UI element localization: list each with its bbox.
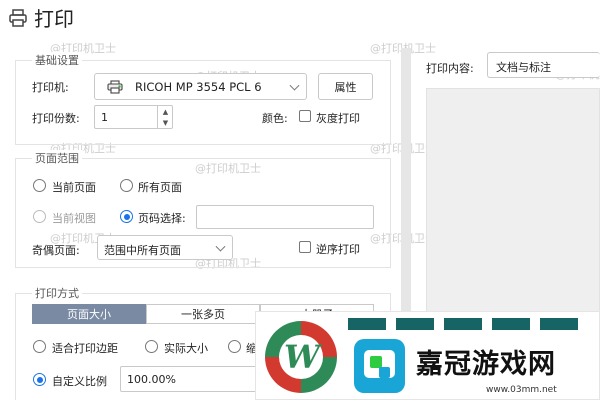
grayscale-checkbox[interactable] xyxy=(299,110,311,122)
spin-down-icon[interactable]: ▼ xyxy=(158,117,173,128)
scale-value: 100.00% xyxy=(127,372,176,386)
all-pages-label: 所有页面 xyxy=(138,181,182,194)
custom-scale-label: 自定义比例 xyxy=(52,375,107,388)
printer-small-icon xyxy=(107,80,123,94)
custom-scale-radio[interactable] xyxy=(33,373,46,386)
tab-multi-page[interactable]: 一张多页 xyxy=(146,304,260,324)
current-page-label: 当前页面 xyxy=(52,181,96,194)
brand-logo-letter: W xyxy=(284,338,320,376)
current-view-label: 当前视图 xyxy=(52,212,96,225)
printer-label: 打印机: xyxy=(32,81,69,94)
page-range-label: 页面范围 xyxy=(32,150,82,166)
reverse-label: 逆序打印 xyxy=(316,243,360,256)
fit-margin-label: 适合打印边距 xyxy=(52,342,118,355)
brand-game-icon xyxy=(354,339,405,393)
page-selection-label: 页码选择: xyxy=(138,212,186,225)
page-selection-radio[interactable] xyxy=(120,210,133,223)
scale-input[interactable]: 100.00% xyxy=(120,366,260,392)
chevron-down-icon xyxy=(289,80,300,91)
printer-value: RICOH MP 3554 PCL 6 xyxy=(135,80,262,94)
printer-icon xyxy=(9,9,27,27)
color-label: 颜色: xyxy=(262,112,288,125)
properties-button[interactable]: 属性 xyxy=(318,73,373,100)
print-content-label: 打印内容: xyxy=(426,62,474,75)
copies-label: 打印份数: xyxy=(32,112,80,125)
basic-settings-label: 基础设置 xyxy=(32,52,82,68)
odd-even-value: 范围中所有页面 xyxy=(104,244,181,257)
page-selection-input[interactable] xyxy=(196,205,374,229)
shrink-radio[interactable] xyxy=(228,340,241,353)
brand-banner-strip xyxy=(348,318,588,330)
print-content-select[interactable]: 文档与标注 xyxy=(487,52,600,78)
tab-page-size[interactable]: 页面大小 xyxy=(32,304,146,324)
reverse-checkbox[interactable] xyxy=(299,241,311,253)
print-content-value: 文档与标注 xyxy=(496,61,551,74)
copies-value: 1 xyxy=(101,110,108,124)
fit-margin-radio[interactable] xyxy=(33,340,46,353)
grayscale-label: 灰度打印 xyxy=(316,112,360,125)
odd-even-select[interactable]: 范围中所有页面 xyxy=(97,235,233,260)
brand-title: 嘉冠游戏网 xyxy=(416,349,556,380)
odd-even-label: 奇偶页面: xyxy=(32,244,80,257)
spin-up-icon[interactable]: ▲ xyxy=(158,106,173,117)
print-mode-label: 打印方式 xyxy=(32,285,82,301)
window-title: 打印 xyxy=(34,7,74,31)
printer-select[interactable]: RICOH MP 3554 PCL 6 xyxy=(94,73,307,100)
all-pages-radio[interactable] xyxy=(120,179,133,192)
actual-size-label: 实际大小 xyxy=(164,342,208,355)
copies-stepper[interactable]: 1 ▲ ▼ xyxy=(94,105,173,129)
chevron-down-icon xyxy=(215,241,226,252)
actual-size-radio[interactable] xyxy=(145,340,158,353)
title-bar xyxy=(0,0,600,36)
current-view-radio[interactable] xyxy=(33,210,46,223)
brand-url[interactable]: www.03mm.net xyxy=(486,385,557,395)
copies-spinner[interactable]: ▲ ▼ xyxy=(157,106,173,128)
current-page-radio[interactable] xyxy=(33,179,46,192)
